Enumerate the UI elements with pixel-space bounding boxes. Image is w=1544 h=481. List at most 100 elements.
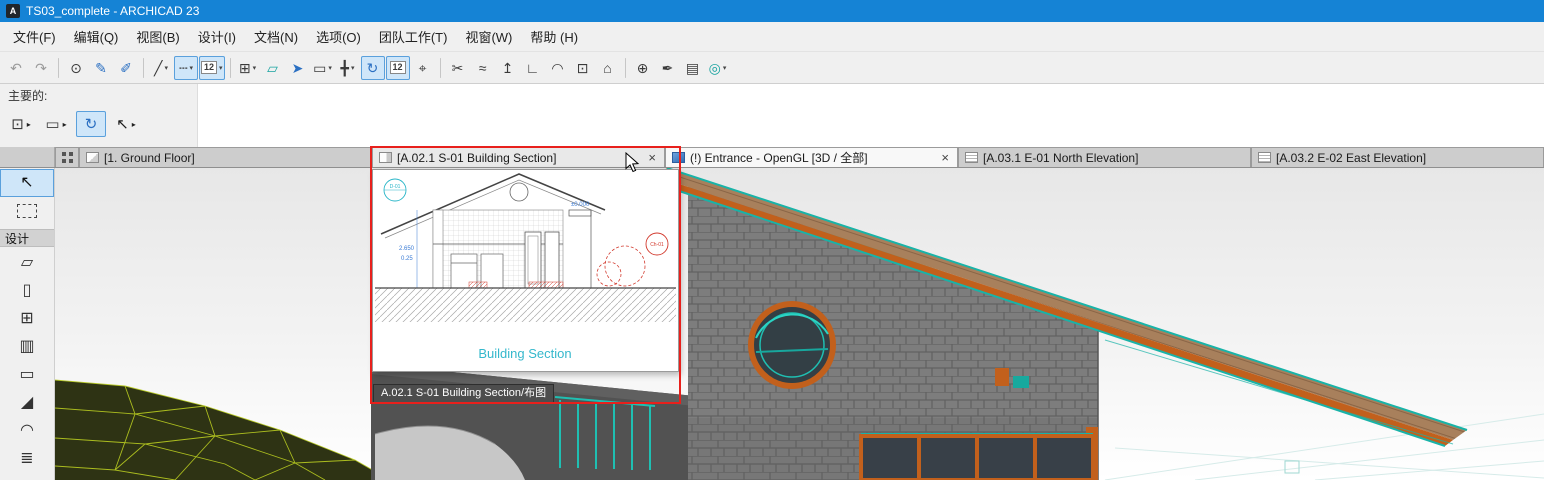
toolbar-button-icon: ◠ [551, 61, 563, 75]
chevron-down-icon[interactable]: ▾ [219, 64, 223, 72]
tool-icon: ↖ [20, 175, 33, 191]
menu-options[interactable]: 选项(O) [307, 23, 370, 50]
menu-design[interactable]: 设计(I) [189, 23, 245, 50]
toolbar-button-icon: ▤ [686, 61, 699, 75]
menu-view[interactable]: 视图(B) [127, 23, 188, 50]
toolbar-button-icon: ≈ [479, 61, 487, 75]
3d-viewport[interactable] [55, 168, 1544, 480]
palette-title: 主要的: [0, 84, 197, 104]
highlight-pen-button[interactable]: ✒ [656, 56, 680, 80]
snap-grid-button[interactable]: ⊞ ▾ [236, 56, 260, 80]
arrow-tool[interactable]: ↖ [0, 169, 54, 197]
home-story-button[interactable]: ⌂ [596, 56, 620, 80]
tool-icon: ◠ [20, 423, 34, 439]
editing-plane-button[interactable]: ▱ [261, 56, 285, 80]
tab-close-button[interactable]: × [646, 151, 658, 164]
shell-tool[interactable]: ◠ [0, 417, 54, 445]
docked-toolbar-row: 主要的: ⊡ ▸ ▭ ▸ ↻ ↖ ▸ [0, 84, 1544, 147]
tab-close-button[interactable]: × [939, 151, 951, 164]
roof-tool[interactable]: ◢ [0, 389, 54, 417]
tab-building-section[interactable]: [A.02.1 S-01 Building Section] × [372, 147, 665, 167]
wall-fixture [995, 368, 1009, 386]
menu-document[interactable]: 文档(N) [245, 23, 307, 50]
tab-east-elevation[interactable]: [A.03.2 E-02 East Elevation] [1251, 147, 1544, 167]
tab-icon [86, 152, 99, 163]
marquee-tool[interactable] [0, 197, 54, 225]
toolbar-separator [625, 58, 626, 78]
tab-overview-button[interactable] [55, 147, 79, 167]
redo-button[interactable]: ↷ [29, 56, 53, 80]
toolbar-button-icon: ⊡ [577, 61, 589, 75]
stair-tool[interactable]: ≣ [0, 445, 54, 473]
inject-parameters-button[interactable]: ✐ [114, 56, 138, 80]
toolbar-button-icon: ⌖ [419, 61, 427, 75]
offset-guides-button[interactable]: ┄ ▾ [174, 56, 198, 80]
chevron-down-icon[interactable]: ▾ [189, 64, 193, 72]
toolbar-button-icon: ╱ [154, 61, 162, 75]
undo-button[interactable]: ↶ [4, 56, 28, 80]
menu-edit[interactable]: 编辑(Q) [65, 23, 128, 50]
tab-icon [379, 152, 392, 163]
select-elements-button[interactable]: ⊙ [64, 56, 88, 80]
tab-ground-floor[interactable]: [1. Ground Floor] [79, 147, 372, 167]
gravity-button[interactable]: ➤ [286, 56, 310, 80]
fillet-button[interactable]: ◠ [546, 56, 570, 80]
tab-icon [965, 152, 978, 163]
flyout-arrow-icon[interactable]: ▸ [63, 120, 67, 129]
beam-tool[interactable]: ▭ [0, 361, 54, 389]
door-tool[interactable]: ▯ [0, 277, 54, 305]
tab-north-elevation[interactable]: [A.03.1 E-01 North Elevation] [958, 147, 1251, 167]
menu-help[interactable]: 帮助 (H) [521, 23, 587, 50]
layer-settings-button[interactable]: ▤ [681, 56, 705, 80]
explore-model-button[interactable]: ↻ [361, 56, 385, 80]
toolbar-separator [230, 58, 231, 78]
toolbar-button-icon: ✂ [452, 61, 464, 75]
marquee-method-button[interactable]: ▭ ▾ [311, 56, 335, 80]
tab-label: (!) Entrance - OpenGL [3D / 全部] [690, 149, 868, 166]
tab-3d-entrance[interactable]: (!) Entrance - OpenGL [3D / 全部] × [665, 147, 958, 167]
intersect-button[interactable]: ∟ [521, 56, 545, 80]
flyout-arrow-icon[interactable]: ▸ [132, 120, 136, 129]
toolbar-button-icon: ╋ [341, 61, 349, 75]
toolbar-button-icon: ⌂ [603, 61, 611, 75]
tab-bar-spacer [0, 147, 55, 167]
adjust-button[interactable]: ≈ [471, 56, 495, 80]
marquee-edit-button[interactable]: ⊡ ▸ [6, 111, 36, 137]
workspace: ↖ 设计 ▱ ▯ ⊞ ▥ ▭ ◢ ◠ ≣ [0, 168, 1544, 480]
wall-tool[interactable]: ▱ [0, 249, 54, 277]
chevron-down-icon[interactable]: ▾ [723, 64, 727, 72]
guide-lines-button[interactable]: ╱ ▾ [149, 56, 173, 80]
menu-item-label: 团队工作(T) [379, 30, 448, 45]
resize-button[interactable]: ⊡ [571, 56, 595, 80]
toolbox-group-design[interactable]: 设计 [0, 229, 54, 247]
menu-window[interactable]: 视窗(W) [456, 23, 521, 50]
menu-teamwork[interactable]: 团队工作(T) [370, 23, 457, 50]
chevron-down-icon[interactable]: ▾ [253, 64, 257, 72]
find-select-button[interactable]: ⊕ [631, 56, 655, 80]
elevate-button[interactable]: ↥ [496, 56, 520, 80]
column-tool[interactable]: ▥ [0, 333, 54, 361]
chevron-down-icon[interactable]: ▾ [164, 64, 168, 72]
marquee-select-button[interactable]: ▭ ▸ [41, 111, 71, 137]
split-button[interactable]: ✂ [446, 56, 470, 80]
orbit-button[interactable]: ↻ [76, 111, 106, 137]
toolbar-button-icon: ⊙ [70, 61, 82, 75]
chevron-down-icon[interactable]: ▾ [328, 64, 332, 72]
tool-icon: ⊞ [20, 311, 33, 327]
flyout-arrow-icon[interactable]: ▸ [27, 120, 31, 129]
tracker-button[interactable]: ⌖ [411, 56, 435, 80]
arrow-mode-button[interactable]: ↖ ▸ [111, 111, 141, 137]
main-toolbar: ↶ ↷ ⊙ ✎ ✐ ╱ [0, 52, 1544, 84]
menu-item-label: 视窗(W) [465, 30, 512, 45]
snap-values-button[interactable]: 12 ▾ [199, 56, 225, 80]
renovation-filter-button[interactable]: ◎ ▾ [706, 56, 730, 80]
anchor-point-button[interactable]: ╋ ▾ [336, 56, 360, 80]
3d-scene [55, 168, 1544, 480]
menu-file[interactable]: 文件(F) [4, 23, 65, 50]
tab-preview-popup[interactable]: Ch-01 D-01 2.650 0.25 ±0.000 6.00 Buildi… [372, 169, 679, 372]
pickup-parameters-button[interactable]: ✎ [89, 56, 113, 80]
chevron-down-icon[interactable]: ▾ [351, 64, 355, 72]
tab-label: [A.02.1 S-01 Building Section] [397, 151, 556, 165]
window-tool[interactable]: ⊞ [0, 305, 54, 333]
coordinates-button[interactable]: 12 [386, 56, 410, 80]
